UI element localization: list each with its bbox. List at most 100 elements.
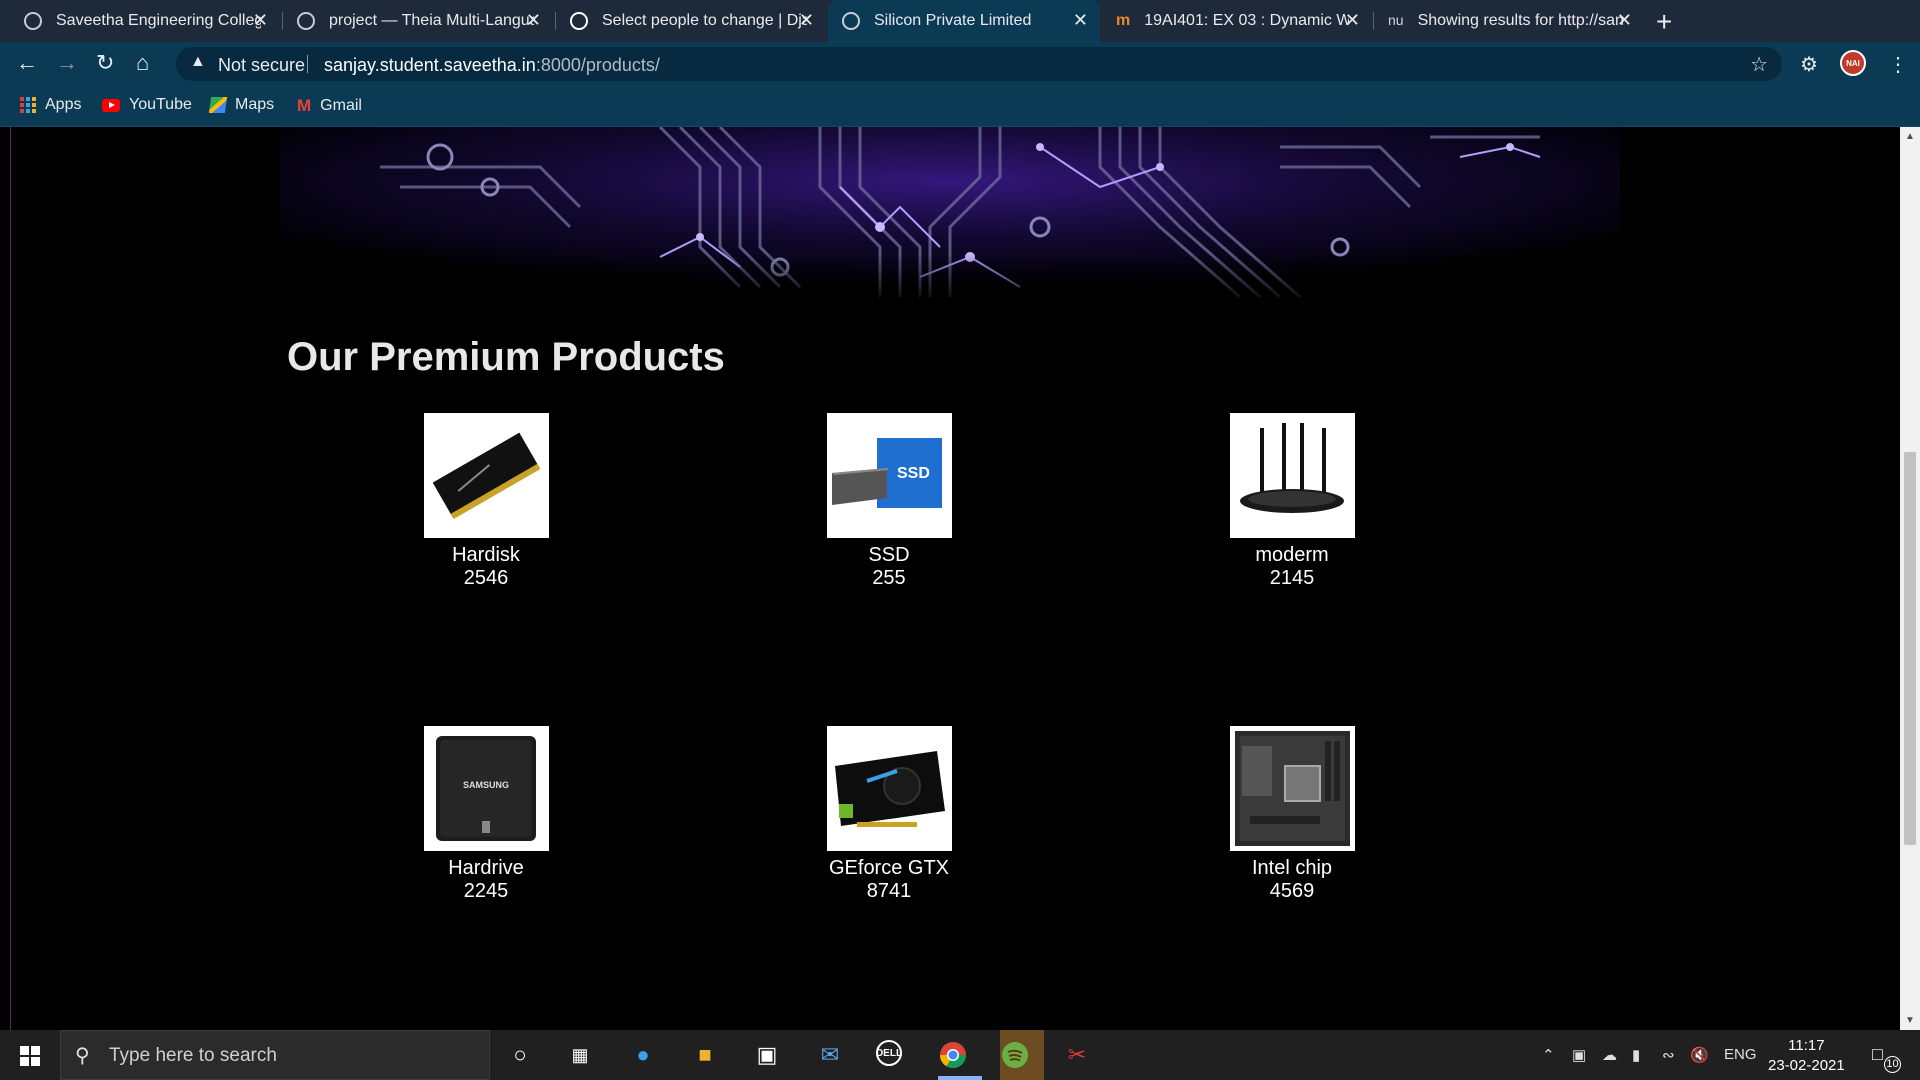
bookmark-gmail[interactable]: M Gmail [297, 96, 362, 116]
scroll-up-arrow-icon[interactable]: ▲ [1905, 131, 1915, 142]
forward-icon[interactable]: → [56, 50, 78, 76]
graphics-card-image [826, 726, 952, 851]
url-text[interactable]: sanjay.student.saveetha.in:8000/products… [324, 55, 660, 76]
address-bar[interactable]: ▲ Not secure sanjay.student.saveetha.in:… [176, 47, 1782, 81]
bookmark-label: Gmail [320, 97, 362, 114]
action-center-icon[interactable]: □ [1872, 1044, 1883, 1065]
bookmark-label: Maps [235, 96, 275, 113]
product-card-geforce[interactable]: GEforce GTX 8741 [774, 726, 1004, 903]
tab-theia[interactable]: project — Theia Multi-Language ✕ [283, 0, 553, 42]
wifi-icon[interactable]: ∾ [1662, 1046, 1675, 1064]
youtube-icon [102, 98, 120, 112]
security-label[interactable]: Not secure [218, 55, 305, 76]
bookmark-youtube[interactable]: YouTube [102, 96, 192, 114]
bookmark-apps[interactable]: Apps [20, 96, 81, 114]
browser-toolbar: ← → ↻ ⌂ ▲ Not secure sanjay.student.save… [0, 42, 1920, 86]
bookmark-label: YouTube [129, 96, 192, 113]
scrollbar-thumb[interactable] [1904, 452, 1916, 845]
product-price: 4569 [1269, 880, 1315, 902]
globe-icon [297, 12, 315, 30]
back-icon[interactable]: ← [16, 50, 38, 76]
product-name: SSD [868, 544, 910, 566]
close-tab-icon[interactable]: ✕ [253, 10, 268, 31]
taskbar-search-box[interactable]: ⚲ Type here to search [60, 1030, 490, 1080]
bookmark-maps[interactable]: Maps [208, 96, 275, 114]
clock-date: 23-02-2021 [1768, 1057, 1845, 1074]
cortana-icon[interactable]: ○ [505, 1040, 535, 1070]
tab-title: Silicon Private Limited [874, 12, 1032, 29]
tab-saveetha[interactable]: Saveetha Engineering College ✕ [10, 0, 280, 42]
page-viewport: Our Premium Products Hardisk 2546 SSD SS… [0, 127, 1900, 1030]
bookmarks-bar: Apps YouTube Maps M Gmail [0, 86, 1920, 127]
meet-now-icon[interactable]: ▣ [1572, 1046, 1586, 1064]
show-hidden-icons[interactable]: ⌃ [1542, 1046, 1555, 1064]
close-tab-icon[interactable]: ✕ [1073, 10, 1088, 31]
new-tab-button[interactable]: + [1656, 6, 1672, 38]
product-card-intel-chip[interactable]: Intel chip 4569 [1177, 726, 1407, 903]
url-host: sanjay.student.saveetha.in [324, 55, 536, 75]
task-view-icon[interactable]: ▦ [565, 1040, 595, 1070]
close-tab-icon[interactable]: ✕ [1345, 10, 1360, 31]
moodle-icon: m [1116, 12, 1131, 29]
file-explorer-icon[interactable]: ■ [690, 1040, 720, 1070]
product-card-moderm[interactable]: moderm 2145 [1177, 413, 1407, 590]
store-icon[interactable]: ▣ [752, 1040, 782, 1070]
dell-icon[interactable]: DELL [876, 1040, 902, 1066]
tab-django-admin[interactable]: Select people to change | Django ✕ [556, 0, 826, 42]
product-name: Hardrive [448, 857, 524, 879]
product-price: 2546 [463, 567, 509, 589]
home-icon[interactable]: ⌂ [136, 50, 149, 76]
ssd-box-image: SSD [826, 413, 952, 538]
bookmark-label: Apps [45, 96, 82, 113]
tab-search-results[interactable]: nu Showing results for http://sanjay ✕ [1374, 0, 1644, 42]
warning-icon[interactable]: ▲ [190, 53, 206, 71]
search-icon: ⚲ [75, 1045, 90, 1067]
chrome-icon[interactable] [938, 1040, 968, 1070]
tab-silicon-active[interactable]: Silicon Private Limited ✕ [828, 0, 1100, 42]
product-card-hardisk[interactable]: Hardisk 2546 [371, 413, 601, 590]
samsung-label: SAMSUNG [462, 780, 508, 790]
edge-icon[interactable]: ● [628, 1040, 658, 1070]
product-name: moderm [1255, 544, 1329, 566]
windows-taskbar: ⚲ Type here to search ○ ▦ ● ■ ▣ ✉ DELL ✂… [0, 1030, 1920, 1080]
reload-icon[interactable]: ↻ [96, 50, 114, 76]
tab-title: 19AI401: EX 03 : Dynamic Website [1144, 12, 1350, 29]
product-name: Intel chip [1251, 857, 1333, 879]
close-tab-icon[interactable]: ✕ [1617, 10, 1632, 31]
battery-icon[interactable]: ▮ [1632, 1046, 1640, 1064]
system-clock[interactable]: 11:17 23-02-2021 [1768, 1036, 1845, 1076]
language-indicator[interactable]: ENG [1724, 1046, 1757, 1063]
maps-icon [208, 97, 228, 113]
close-tab-icon[interactable]: ✕ [799, 10, 814, 31]
close-tab-icon[interactable]: ✕ [526, 10, 541, 31]
bookmark-star-icon[interactable]: ☆ [1750, 52, 1768, 77]
product-price: 2145 [1269, 567, 1315, 589]
tab-moodle[interactable]: m 19AI401: EX 03 : Dynamic Website ✕ [1102, 0, 1372, 42]
product-card-ssd[interactable]: SSD SSD 255 [774, 413, 1004, 590]
tab-title: Saveetha Engineering College [56, 12, 261, 29]
onedrive-icon[interactable]: ☁ [1602, 1046, 1617, 1064]
snipping-tool-icon[interactable]: ✂ [1062, 1040, 1092, 1070]
globe-icon [570, 12, 588, 30]
product-name: Hardisk [452, 544, 520, 566]
windows-start-icon[interactable] [20, 1046, 40, 1066]
tab-title: project — Theia Multi-Language [329, 12, 534, 29]
extensions-icon[interactable]: ⚙ [1800, 52, 1818, 77]
volume-muted-icon[interactable]: 🔇 [1690, 1046, 1709, 1064]
chrome-active-indicator [938, 1076, 982, 1080]
router-image [1229, 413, 1355, 538]
samsung-ssd-image: SAMSUNG [423, 726, 549, 851]
circuit-banner-image [280, 127, 1620, 307]
page-left-border [10, 127, 11, 1030]
vertical-scrollbar[interactable]: ▲ ▼ [1900, 127, 1920, 1030]
tab-strip: Saveetha Engineering College ✕ project —… [0, 0, 1920, 42]
apps-grid-icon [20, 97, 36, 113]
ram-module-image [423, 413, 549, 538]
omnibox-divider [307, 55, 308, 73]
product-card-hardrive[interactable]: SAMSUNG Hardrive 2245 [371, 726, 601, 903]
chrome-menu-icon[interactable]: ⋮ [1888, 52, 1908, 77]
scroll-down-arrow-icon[interactable]: ▼ [1905, 1015, 1915, 1026]
mail-icon[interactable]: ✉ [815, 1040, 845, 1070]
profile-avatar[interactable]: NAI [1840, 50, 1866, 76]
globe-icon [842, 12, 860, 30]
